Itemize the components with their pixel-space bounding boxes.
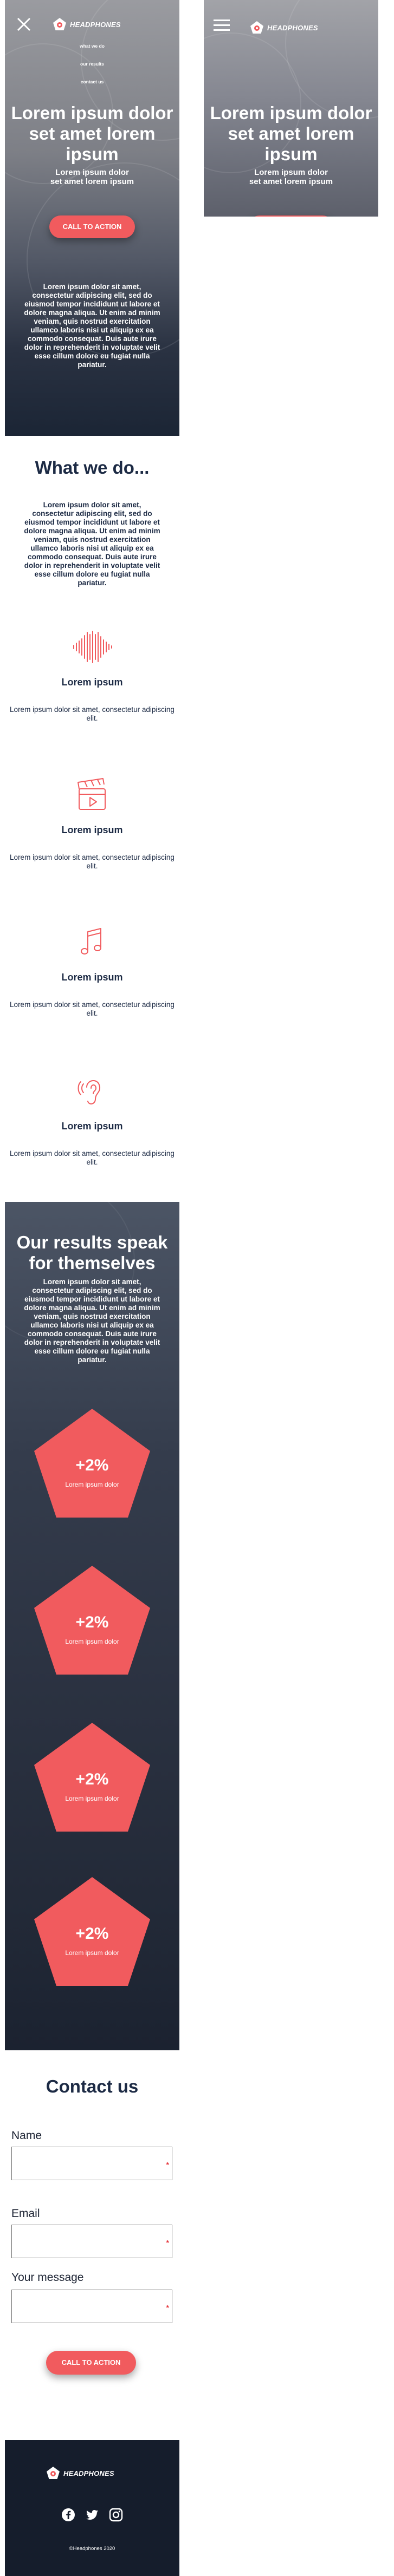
instagram-icon[interactable] [109,2508,123,2522]
footer-brand-logo[interactable]: HEADPHONES [46,2466,114,2480]
twitter-icon[interactable] [85,2508,99,2522]
hero-title: Lorem ipsum dolor set amet lorem ipsum [210,103,372,164]
required-marker: * [166,2160,169,2169]
brand-logo[interactable]: HEADPHONES [53,17,121,31]
service-title: Lorem ipsum [61,972,123,983]
brand-logo[interactable]: HEADPHONES [250,21,318,35]
hero-cta-button[interactable]: CALL TO ACTION [248,215,334,217]
brand-name: HEADPHONES [70,20,121,29]
required-marker: * [166,2238,169,2247]
what-we-do-title: What we do... [35,457,150,478]
stat-label: Lorem ipsum dolor [65,1638,119,1645]
brand-name: HEADPHONES [63,2469,114,2477]
email-field[interactable]: * [11,2225,172,2258]
stat-card: +2% Lorem ipsum dolor [33,1876,151,1987]
message-field[interactable]: * [11,2290,172,2323]
service-item: Lorem ipsum Lorem ipsum dolor sit amet, … [5,628,179,723]
service-title: Lorem ipsum [61,677,123,688]
stat-label: Lorem ipsum dolor [65,1795,119,1802]
service-description: Lorem ipsum dolor sit amet, consectetur … [10,705,175,722]
ear-icon [77,1080,101,1104]
music-note-icon [81,928,101,954]
service-description: Lorem ipsum dolor sit amet, consectetur … [10,1001,175,1017]
hero-body-text: Lorem ipsum dolor sit amet, consectetur … [24,283,160,369]
footer: HEADPHONES ©Headphones 2020 [5,2440,179,2576]
results-title: Our results speak for themselves [16,1232,168,1273]
stat-value: +2% [75,1456,109,1474]
contact-submit-button[interactable]: CALL TO ACTION [46,2351,136,2375]
name-label: Name [11,2129,42,2142]
hero-menu-closed: HEADPHONES Lorem ipsum dolor set amet lo… [204,0,378,217]
menu-item-what-we-do[interactable]: what we do [5,43,179,49]
what-we-do-body: Lorem ipsum dolor sit amet, consectetur … [24,501,160,587]
message-label: Your message [11,2271,84,2284]
hero-subtitle: Lorem ipsum dolor set amet lorem ipsum [50,168,134,186]
service-item: Lorem ipsum Lorem ipsum dolor sit amet, … [5,923,179,1018]
headphones-logo-icon [53,18,66,30]
hero-subtitle: Lorem ipsum dolor set amet lorem ipsum [249,168,333,186]
stat-card: +2% Lorem ipsum dolor [33,1722,151,1833]
headphones-logo-icon [250,21,263,34]
service-item: Lorem ipsum Lorem ipsum dolor sit amet, … [5,1072,179,1167]
stat-value: +2% [75,1925,109,1943]
service-description: Lorem ipsum dolor sit amet, consectetur … [10,1149,175,1166]
service-title: Lorem ipsum [61,825,123,835]
hero-title: Lorem ipsum dolor set amet lorem ipsum [11,103,173,164]
social-links [5,2508,179,2522]
service-description: Lorem ipsum dolor sit amet, consectetur … [10,853,175,870]
mobile-menu: what we do our results contact us [5,43,179,97]
hero-cta-button[interactable]: CALL TO ACTION [49,215,135,238]
headphones-logo-icon [47,2467,60,2479]
email-label: Email [11,2207,40,2220]
brand-name: HEADPHONES [267,23,318,32]
menu-item-our-results[interactable]: our results [5,61,179,67]
stat-value: +2% [75,1613,109,1631]
stat-label: Lorem ipsum dolor [65,1481,119,1488]
copyright-text: ©Headphones 2020 [69,2546,115,2552]
video-clapper-icon [77,778,106,810]
facebook-icon[interactable] [61,2508,75,2522]
stat-card: +2% Lorem ipsum dolor [33,1408,151,1519]
required-marker: * [166,2303,169,2312]
stat-label: Lorem ipsum dolor [65,1949,119,1957]
results-section: Our results speak for themselves Lorem i… [5,1202,179,2050]
what-we-do-section: What we do... Lorem ipsum dolor sit amet… [5,436,179,1202]
menu-item-contact-us[interactable]: contact us [5,79,179,84]
stat-value: +2% [75,1770,109,1788]
results-body: Lorem ipsum dolor sit amet, consectetur … [24,1278,160,1364]
service-title: Lorem ipsum [61,1121,123,1132]
hamburger-menu-icon[interactable] [214,19,230,32]
contact-section: Contact us Name * Email * Your message *… [5,2050,179,2440]
close-icon[interactable] [16,16,32,32]
hero-menu-open: HEADPHONES what we do our results contac… [5,0,179,436]
name-field[interactable]: * [11,2147,172,2180]
service-item: Lorem ipsum Lorem ipsum dolor sit amet, … [5,776,179,871]
stat-card: +2% Lorem ipsum dolor [33,1565,151,1676]
contact-title: Contact us [46,2076,139,2096]
soundwave-icon [73,631,112,663]
